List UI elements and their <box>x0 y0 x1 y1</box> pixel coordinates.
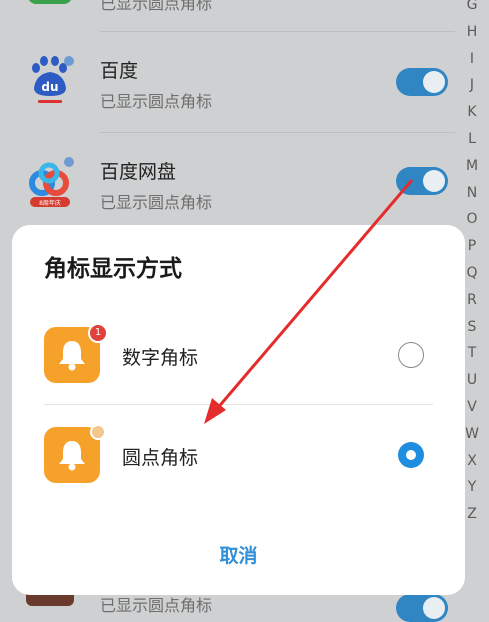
annotation-arrow <box>204 179 414 424</box>
